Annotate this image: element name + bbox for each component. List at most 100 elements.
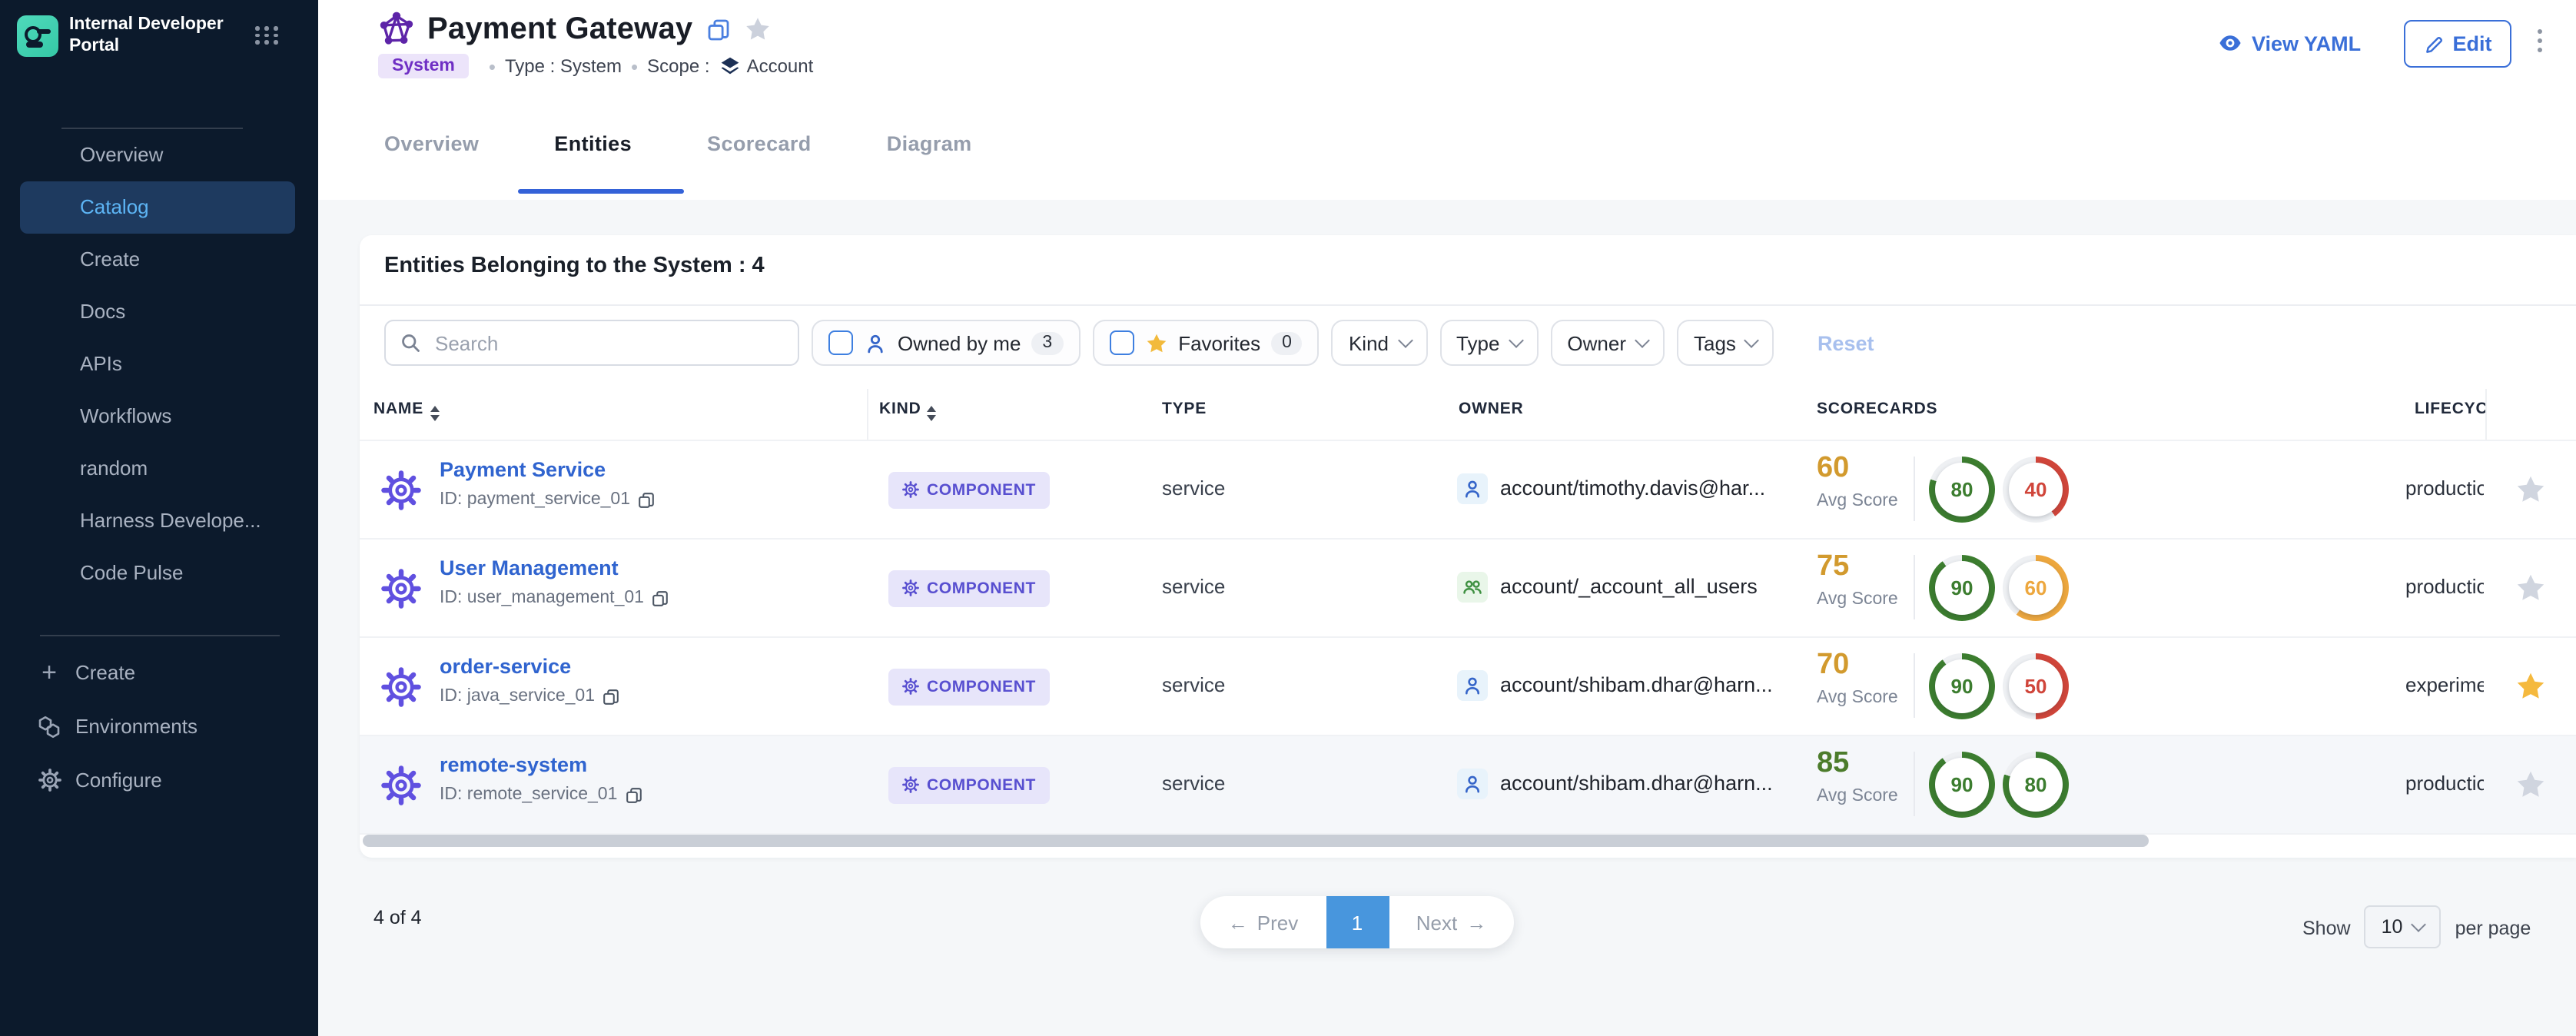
entity-name-link[interactable]: Payment Service: [440, 458, 606, 481]
entity-id: ID: remote_service_01: [440, 785, 642, 804]
entity-name-link[interactable]: User Management: [440, 556, 619, 579]
arrow-left-icon: ←: [1228, 911, 1248, 934]
kind-badge: COMPONENT: [888, 569, 1050, 606]
sidebar-footer-environments[interactable]: Environments: [0, 699, 318, 753]
footer-label: Environments: [75, 715, 198, 738]
table-row[interactable]: User Management ID: user_management_01 C…: [360, 538, 2576, 636]
column-header-kind[interactable]: KIND: [879, 400, 937, 420]
tab-diagram[interactable]: Diagram: [887, 132, 972, 155]
column-header-type: TYPE: [1162, 400, 1207, 418]
owner-value: account/_account_all_users: [1500, 574, 1758, 597]
search-input[interactable]: [432, 330, 784, 356]
person-icon: [864, 331, 887, 354]
reset-filters-button[interactable]: Reset: [1817, 331, 1874, 354]
copy-id-icon[interactable]: [625, 786, 642, 803]
page-size-select[interactable]: 10: [2365, 905, 2442, 948]
owner-value: account/timothy.davis@har...: [1500, 476, 1765, 499]
scorecard-ring: 60: [2003, 555, 2069, 621]
sidebar-footer-configure[interactable]: Configure: [0, 753, 318, 807]
next-page-button[interactable]: Next →: [1389, 911, 1514, 934]
sidebar-footer-create[interactable]: + Create: [0, 646, 318, 699]
brand[interactable]: Internal Developer Portal: [17, 14, 224, 57]
entity-name-link[interactable]: order-service: [440, 655, 571, 678]
favorite-star-icon[interactable]: [2515, 473, 2547, 506]
sidebar-item-workflows[interactable]: Workflows: [20, 390, 295, 443]
tab-entities[interactable]: Entities: [554, 132, 632, 155]
sidebar-item-code-pulse[interactable]: Code Pulse: [20, 547, 295, 599]
owner-dropdown[interactable]: Owner: [1550, 320, 1665, 366]
plus-icon: +: [37, 660, 61, 685]
scorecard-ring: 80: [2003, 752, 2069, 818]
favorites-checkbox[interactable]: [1109, 330, 1134, 355]
column-header-name[interactable]: NAME: [373, 400, 439, 420]
prev-page-button[interactable]: ← Prev: [1200, 911, 1326, 934]
divider: [1914, 457, 1915, 521]
more-options-menu-icon[interactable]: [2538, 29, 2542, 52]
favorites-filter[interactable]: Favorites 0: [1092, 320, 1320, 366]
brand-title: Internal Developer Portal: [69, 14, 224, 57]
view-yaml-button[interactable]: View YAML: [2218, 31, 2361, 55]
table-row[interactable]: remote-system ID: remote_service_01 COMP…: [360, 735, 2576, 835]
copy-id-icon[interactable]: [638, 491, 655, 508]
favorite-star-icon[interactable]: [2515, 572, 2547, 604]
sidebar-item-catalog[interactable]: Catalog: [20, 181, 295, 234]
favorite-star-icon[interactable]: [2515, 670, 2547, 702]
copy-id-icon[interactable]: [652, 589, 669, 606]
brand-logo-icon: [17, 15, 58, 56]
entity-name-link[interactable]: remote-system: [440, 753, 587, 776]
tab-overview[interactable]: Overview: [384, 132, 479, 155]
owner-icon: [1457, 670, 1488, 701]
copy-id-icon[interactable]: [603, 688, 619, 705]
sidebar-item-random[interactable]: random: [20, 443, 295, 495]
tags-dropdown[interactable]: Tags: [1677, 320, 1774, 366]
entity-id: ID: payment_service_01: [440, 490, 655, 509]
owned-by-me-checkbox[interactable]: [828, 330, 853, 355]
kind-badge: COMPONENT: [888, 471, 1050, 508]
sidebar: Internal Developer Portal Overview Catal…: [0, 0, 318, 1036]
chevron-down-icon: [1397, 333, 1412, 348]
app-switcher-icon[interactable]: [255, 26, 280, 45]
kind-dropdown[interactable]: Kind: [1332, 320, 1427, 366]
type-value: service: [1162, 772, 1225, 795]
scorecard-ring: 40: [2003, 457, 2069, 523]
entity-id: ID: user_management_01: [440, 589, 669, 607]
gear-icon: [902, 678, 919, 695]
page-number-button[interactable]: 1: [1326, 896, 1389, 948]
avg-score-value: 85: [1817, 747, 1849, 781]
favorite-star-icon[interactable]: [2515, 769, 2547, 801]
sidebar-item-harness-developer[interactable]: Harness Develope...: [20, 495, 295, 547]
sidebar-item-apis[interactable]: APIs: [20, 338, 295, 390]
chevron-down-icon: [1744, 333, 1760, 348]
sidebar-item-docs[interactable]: Docs: [20, 286, 295, 338]
account-scope-icon: [719, 55, 741, 77]
tab-scorecard[interactable]: Scorecard: [707, 132, 812, 155]
show-label: Show: [2302, 917, 2351, 938]
entities-panel: Entities Belonging to the System : 4: [360, 235, 2576, 858]
type-value: service: [1162, 673, 1225, 696]
horizontal-scrollbar[interactable]: [363, 835, 2149, 847]
edit-button[interactable]: Edit: [2404, 20, 2511, 68]
footer-label: Configure: [75, 769, 162, 792]
gear-icon: [902, 776, 919, 793]
chevron-down-icon: [2412, 917, 2427, 932]
panel-heading: Entities Belonging to the System : 4: [384, 254, 765, 278]
favorite-title-star-icon[interactable]: [743, 15, 771, 43]
sort-icon[interactable]: [430, 406, 439, 420]
type-value: service: [1162, 575, 1225, 598]
sidebar-item-overview[interactable]: Overview: [20, 129, 295, 181]
table-row[interactable]: Payment Service ID: payment_service_01 C…: [360, 440, 2576, 538]
owned-by-me-filter[interactable]: Owned by me 3: [812, 320, 1080, 366]
type-dropdown[interactable]: Type: [1439, 320, 1538, 366]
sort-icon[interactable]: [928, 406, 937, 420]
lifecycle-value: production: [2405, 575, 2484, 598]
favorites-count-badge: 0: [1271, 331, 1303, 354]
gear-icon: [902, 481, 919, 498]
table-row[interactable]: order-service ID: java_service_01 COMPON…: [360, 636, 2576, 735]
footer-label: Create: [75, 661, 135, 684]
avg-score-value: 60: [1817, 452, 1849, 486]
copy-title-icon[interactable]: [706, 18, 729, 41]
divider: [1914, 752, 1915, 816]
owner-icon: [1457, 572, 1488, 603]
sidebar-item-create[interactable]: Create: [20, 234, 295, 286]
type-value: service: [1162, 476, 1225, 500]
